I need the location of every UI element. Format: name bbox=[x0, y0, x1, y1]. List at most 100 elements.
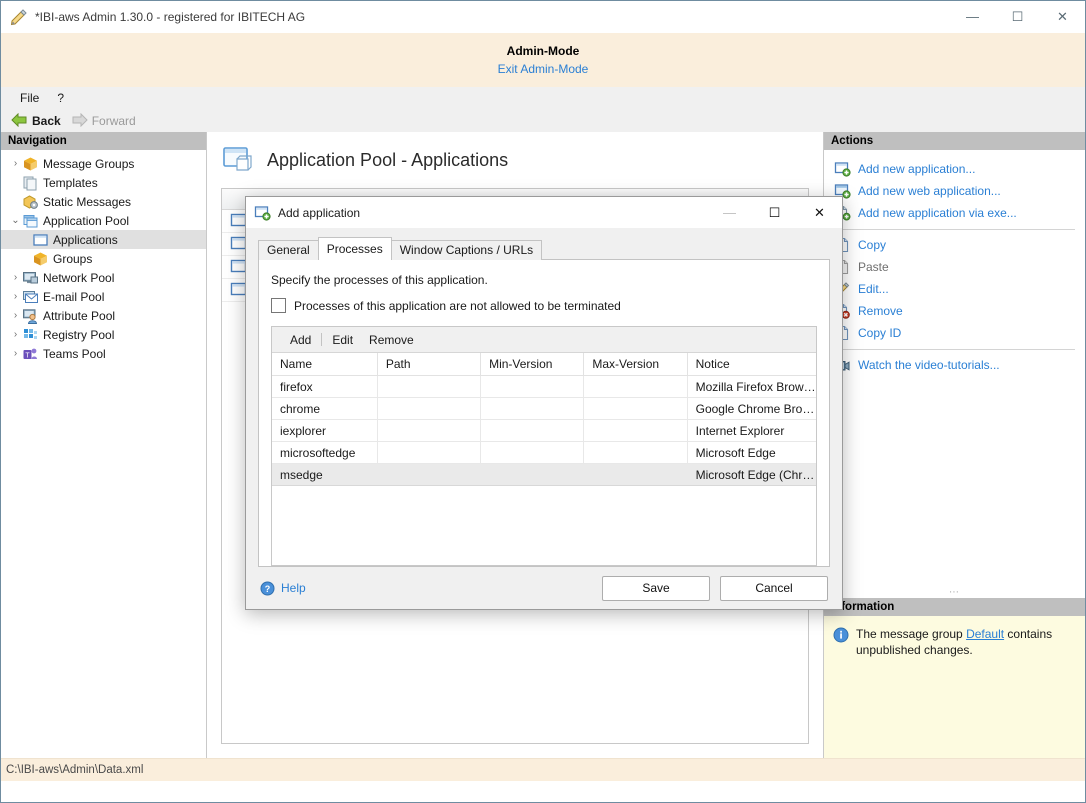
add-window-icon bbox=[834, 161, 851, 177]
grid-add-button[interactable]: Add bbox=[282, 333, 319, 347]
action-copy[interactable]: Copy bbox=[824, 234, 1085, 256]
actions-separator bbox=[834, 229, 1075, 230]
monitor-icon bbox=[22, 270, 39, 286]
action-remove[interactable]: Remove bbox=[824, 300, 1085, 322]
column-header-name[interactable]: Name bbox=[272, 353, 377, 376]
navigation-toolbar: Back Forward bbox=[1, 109, 1085, 132]
window-title: *IBI-aws Admin 1.30.0 - registered for I… bbox=[35, 10, 305, 24]
cell-max-version bbox=[584, 398, 687, 420]
information-default-link[interactable]: Default bbox=[966, 627, 1004, 641]
chevron-right-icon[interactable]: › bbox=[9, 330, 22, 340]
cell-notice: Internet Explorer bbox=[687, 420, 816, 442]
actions-panel: Actions Add new application... Add new w… bbox=[824, 132, 1085, 586]
save-button[interactable]: Save bbox=[602, 576, 710, 601]
sidebar-item-groups[interactable]: Groups bbox=[1, 249, 206, 268]
sidebar-item-message-groups[interactable]: › Message Groups bbox=[1, 154, 206, 173]
dialog-close-button[interactable]: ✕ bbox=[797, 197, 842, 228]
menu-help[interactable]: ? bbox=[48, 89, 73, 107]
action-copy-id[interactable]: Copy ID bbox=[824, 322, 1085, 344]
action-add-new-web-application[interactable]: Add new web application... bbox=[824, 180, 1085, 202]
action-label: Copy bbox=[858, 238, 886, 252]
action-add-new-application[interactable]: Add new application... bbox=[824, 158, 1085, 180]
information-header: Information bbox=[824, 598, 1085, 616]
column-header-notice[interactable]: Notice bbox=[687, 353, 816, 376]
chevron-right-icon[interactable]: › bbox=[9, 273, 22, 283]
grid-remove-button[interactable]: Remove bbox=[361, 333, 422, 347]
back-button[interactable]: Back bbox=[9, 112, 69, 130]
column-header-min-version[interactable]: Min-Version bbox=[481, 353, 584, 376]
table-row[interactable]: firefox Mozilla Firefox Browser bbox=[272, 376, 816, 398]
column-header-path[interactable]: Path bbox=[377, 353, 480, 376]
navigation-panel: Navigation › Message Groups Templates bbox=[1, 132, 207, 758]
cell-notice: Microsoft Edge (Chrom... bbox=[687, 464, 816, 486]
action-watch-video-tutorials[interactable]: Watch the video-tutorials... bbox=[824, 354, 1085, 376]
action-label: Add new application... bbox=[858, 162, 975, 176]
sidebar-item-network-pool[interactable]: › Network Pool bbox=[1, 268, 206, 287]
tab-processes[interactable]: Processes bbox=[318, 237, 392, 260]
checkbox-label: Processes of this application are not al… bbox=[294, 299, 621, 313]
table-row[interactable]: iexplorer Internet Explorer bbox=[272, 420, 816, 442]
grid-empty-area[interactable] bbox=[272, 486, 816, 565]
dialog-maximize-button[interactable]: ☐ bbox=[752, 197, 797, 228]
back-label: Back bbox=[32, 114, 61, 128]
static-msg-icon bbox=[22, 194, 39, 210]
table-row[interactable]: microsoftedge Microsoft Edge bbox=[272, 442, 816, 464]
sidebar-item-templates[interactable]: Templates bbox=[1, 173, 206, 192]
chevron-right-icon[interactable]: › bbox=[9, 292, 22, 302]
table-row[interactable]: msedge Microsoft Edge (Chrom... bbox=[272, 464, 816, 486]
sidebar-item-application-pool[interactable]: ⌄ Application Pool bbox=[1, 211, 206, 230]
sidebar-item-registry-pool[interactable]: › Registry Pool bbox=[1, 325, 206, 344]
pencil-document-icon bbox=[9, 7, 29, 27]
chevron-right-icon[interactable]: › bbox=[9, 159, 22, 169]
help-label: Help bbox=[281, 581, 306, 595]
action-add-new-application-via-exe[interactable]: Add new application via exe... bbox=[824, 202, 1085, 224]
add-application-dialog: Add application — ☐ ✕ General Processes … bbox=[245, 196, 843, 610]
column-header-max-version[interactable]: Max-Version bbox=[584, 353, 687, 376]
tab-window-captions-urls[interactable]: Window Captions / URLs bbox=[391, 240, 542, 260]
sidebar-label: Attribute Pool bbox=[43, 309, 115, 323]
dialog-title-bar: Add application — ☐ ✕ bbox=[246, 197, 842, 228]
action-edit[interactable]: Edit... bbox=[824, 278, 1085, 300]
add-window-icon bbox=[254, 205, 271, 221]
dialog-minimize-button: — bbox=[707, 197, 752, 228]
processes-table: Name Path Min-Version Max-Version Notice… bbox=[272, 353, 816, 486]
application-window: *IBI-aws Admin 1.30.0 - registered for I… bbox=[0, 0, 1086, 803]
status-path: C:\IBI-aws\Admin\Data.xml bbox=[6, 764, 143, 776]
mail-icon bbox=[22, 289, 39, 305]
tab-general[interactable]: General bbox=[258, 240, 319, 260]
sidebar-label: Application Pool bbox=[43, 214, 129, 228]
chevron-right-icon[interactable]: › bbox=[9, 349, 22, 359]
chevron-right-icon[interactable]: › bbox=[9, 311, 22, 321]
panel-splitter[interactable]: ⋯ bbox=[824, 586, 1085, 598]
sidebar-item-email-pool[interactable]: › E-mail Pool bbox=[1, 287, 206, 306]
sidebar-label: Groups bbox=[53, 252, 92, 266]
table-row[interactable]: chrome Google Chrome Browser bbox=[272, 398, 816, 420]
sidebar-item-static-messages[interactable]: Static Messages bbox=[1, 192, 206, 211]
cell-name: chrome bbox=[272, 398, 377, 420]
minimize-button[interactable]: — bbox=[950, 1, 995, 32]
not-allowed-terminate-checkbox[interactable] bbox=[271, 298, 286, 313]
title-bar: *IBI-aws Admin 1.30.0 - registered for I… bbox=[1, 1, 1085, 33]
content-header: Application Pool - Applications bbox=[207, 132, 823, 188]
help-link[interactable]: ? Help bbox=[260, 581, 306, 596]
close-button[interactable]: ✕ bbox=[1040, 1, 1085, 32]
maximize-button[interactable]: ☐ bbox=[995, 1, 1040, 32]
cell-name: iexplorer bbox=[272, 420, 377, 442]
processes-grid-container: Add Edit Remove Name Path bbox=[271, 326, 817, 566]
sidebar-item-applications[interactable]: Applications bbox=[1, 230, 206, 249]
menu-file[interactable]: File bbox=[11, 89, 48, 107]
admin-mode-banner: Admin-Mode Exit Admin-Mode bbox=[1, 33, 1085, 87]
cancel-button[interactable]: Cancel bbox=[720, 576, 828, 601]
exit-admin-mode-link[interactable]: Exit Admin-Mode bbox=[498, 62, 589, 76]
cell-notice: Mozilla Firefox Browser bbox=[687, 376, 816, 398]
grid-edit-button[interactable]: Edit bbox=[324, 333, 361, 347]
chevron-down-icon[interactable]: ⌄ bbox=[9, 216, 22, 226]
sidebar-item-attribute-pool[interactable]: › Attribute Pool bbox=[1, 306, 206, 325]
dialog-window-controls: — ☐ ✕ bbox=[707, 197, 842, 228]
action-label: Watch the video-tutorials... bbox=[858, 358, 1000, 372]
sidebar-item-teams-pool[interactable]: › T Teams Pool bbox=[1, 344, 206, 363]
cell-max-version bbox=[584, 442, 687, 464]
cell-name: firefox bbox=[272, 376, 377, 398]
information-body: The message group Default contains unpub… bbox=[824, 616, 1085, 758]
cell-min-version bbox=[481, 442, 584, 464]
